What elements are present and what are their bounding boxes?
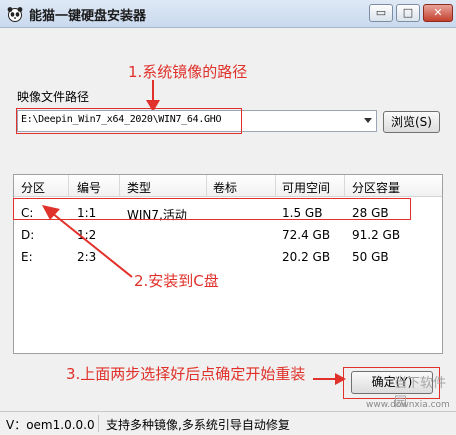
arrow-right-icon: [313, 373, 346, 385]
maximize-icon: □: [402, 6, 414, 19]
cell-free-space: 20.2 GB: [282, 250, 331, 264]
arrow-up-left-icon: [42, 205, 133, 278]
status-message: 支持多种镜像,多系统引导自动修复: [106, 418, 290, 432]
minimize-icon: ▭: [375, 6, 387, 19]
window-title: 能猫一键硬盘安装器: [29, 9, 147, 24]
column-divider: [275, 175, 276, 196]
column-divider: [344, 175, 345, 196]
close-button[interactable]: ✕: [423, 4, 453, 22]
cell-partition: D:: [21, 228, 35, 242]
column-divider: [119, 175, 120, 196]
version-label: V：oem1.0.0.0: [6, 418, 95, 432]
annotation-step3: 3.上面两步选择好后点确定开始重装: [66, 365, 306, 383]
column-header-free-space[interactable]: 可用空间: [282, 179, 330, 196]
panda-icon: [7, 7, 23, 22]
dropdown-arrow-icon[interactable]: [364, 118, 372, 123]
cell-capacity: 50 GB: [352, 250, 389, 264]
status-divider: [98, 415, 99, 432]
column-divider: [206, 175, 207, 196]
watermark-url: www.downxia.com: [366, 400, 450, 410]
path-highlight-box: [16, 108, 242, 134]
status-bar: V：oem1.0.0.0 支持多种镜像,多系统引导自动修复: [0, 411, 456, 435]
cell-partition: E:: [21, 250, 33, 264]
column-header-volume-label[interactable]: 卷标: [213, 179, 237, 196]
maximize-button[interactable]: □: [396, 4, 420, 22]
path-label: 映像文件路径: [17, 90, 90, 104]
title-bar: 能猫一键硬盘安装器 ▭ □ ✕: [0, 0, 456, 28]
annotation-step2: 2.安装到C盘: [134, 272, 219, 290]
table-header: 分区 编号 类型 卷标 可用空间 分区容量: [14, 175, 442, 197]
column-header-capacity[interactable]: 分区容量: [352, 179, 400, 196]
browse-button[interactable]: 浏览(S): [383, 111, 440, 133]
column-header-type[interactable]: 类型: [127, 179, 151, 196]
close-icon: ✕: [433, 6, 443, 19]
minimize-button[interactable]: ▭: [369, 4, 393, 22]
cell-free-space: 72.4 GB: [282, 228, 331, 242]
column-header-partition[interactable]: 分区: [21, 179, 45, 196]
column-divider: [68, 175, 69, 196]
cell-capacity: 91.2 GB: [352, 228, 401, 242]
column-header-number[interactable]: 编号: [77, 179, 101, 196]
